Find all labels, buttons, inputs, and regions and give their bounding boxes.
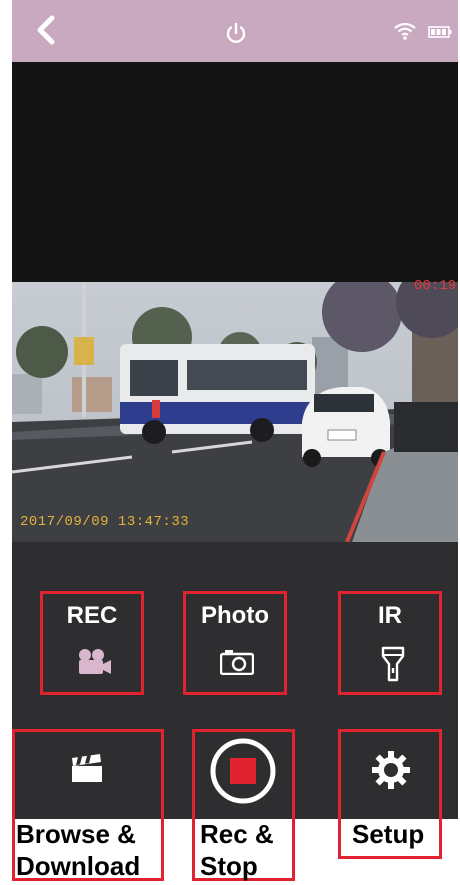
battery-icon xyxy=(428,26,452,38)
gear-icon xyxy=(372,751,410,789)
video-timestamp: 2017/09/09 13:47:33 xyxy=(20,514,190,530)
recstop-label-line2: Stop xyxy=(200,851,258,881)
clapperboard-icon xyxy=(72,754,102,782)
power-icon[interactable] xyxy=(224,22,248,46)
chevron-left-icon[interactable] xyxy=(26,10,66,50)
rec-button[interactable]: REC xyxy=(40,591,144,695)
flashlight-icon xyxy=(381,646,405,682)
record-stop-icon xyxy=(210,738,276,804)
live-video-view[interactable]: 00:19 2017/09/09 13:47:33 xyxy=(12,62,458,542)
recording-time: 00:19 xyxy=(414,278,457,294)
setup-label: Setup xyxy=(352,819,425,849)
recstop-label-line1: Rec & xyxy=(200,819,274,849)
app-screen: 00:19 2017/09/09 13:47:33 REC Photo IR B… xyxy=(12,0,458,885)
photo-button[interactable]: Photo xyxy=(183,591,287,695)
wifi-icon xyxy=(394,22,416,40)
browse-label-line2: Download xyxy=(16,851,141,881)
rec-label: REC xyxy=(66,602,118,629)
rec-stop-label: Rec & Stop xyxy=(200,818,274,882)
camera-icon xyxy=(220,650,254,675)
top-bar xyxy=(12,0,458,62)
video-camera-icon xyxy=(79,649,111,674)
browse-label-line1: Browse & xyxy=(16,819,136,849)
browse-download-label: Browse & Download xyxy=(16,818,140,882)
camera-feed-image xyxy=(12,282,458,542)
ir-button[interactable]: IR xyxy=(338,591,442,695)
photo-label: Photo xyxy=(201,602,269,629)
ir-label: IR xyxy=(378,602,402,629)
